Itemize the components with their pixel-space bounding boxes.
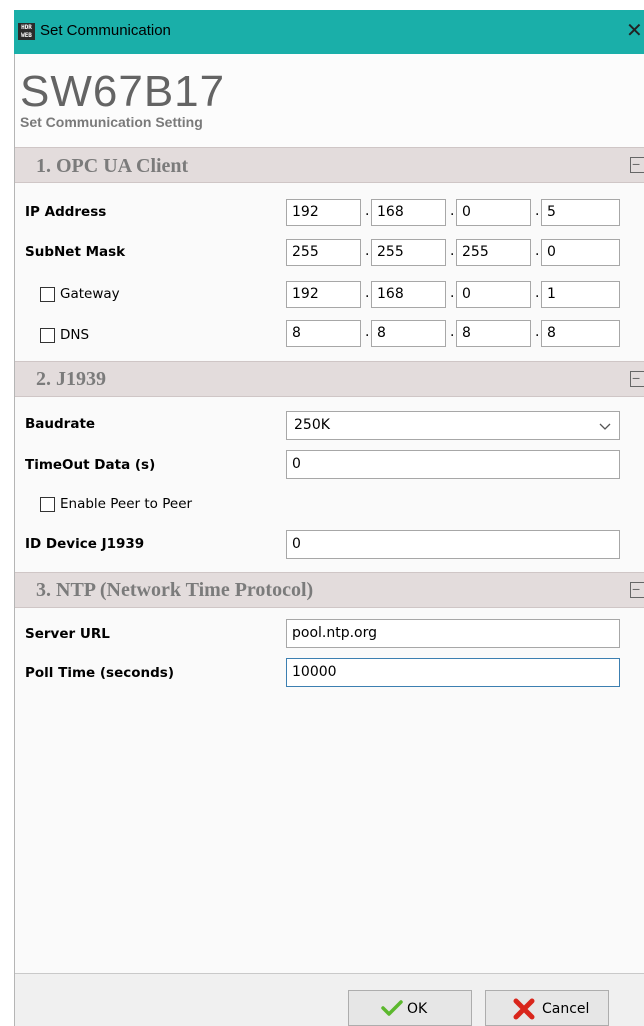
subnet-octet-1[interactable]: 255 (286, 239, 361, 266)
ip-address-label: IP Address (25, 204, 107, 220)
page-subtitle: Set Communication Setting (20, 114, 203, 130)
subnet-octet-4[interactable]: 0 (541, 239, 620, 266)
device-id-input[interactable]: 0 (286, 530, 620, 559)
timeout-input[interactable]: 0 (286, 450, 620, 479)
baudrate-label: Baudrate (25, 416, 96, 432)
page-title: SW67B17 (20, 67, 226, 116)
close-icon[interactable]: ✕ (626, 19, 643, 43)
gateway-octet-4[interactable]: 1 (541, 281, 620, 308)
gateway-octet-3[interactable]: 0 (456, 281, 531, 308)
dns-octet-1[interactable]: 8 (286, 320, 361, 347)
gateway-checkbox[interactable] (40, 287, 55, 302)
dns-label: DNS (60, 327, 90, 343)
cancel-button[interactable]: Cancel (485, 990, 609, 1026)
ip-address-octet-3[interactable]: 0 (456, 199, 531, 226)
peer-to-peer-label: Enable Peer to Peer (60, 496, 193, 512)
gateway-label: Gateway (60, 286, 120, 302)
section-title-j1939: 2. J1939 (36, 368, 106, 390)
subnet-octet-2[interactable]: 255 (371, 239, 446, 266)
window-title: Set Communication (40, 22, 171, 39)
ok-button[interactable]: OK (348, 990, 472, 1026)
baudrate-value: 250K (294, 417, 330, 433)
cancel-button-label: Cancel (542, 1001, 590, 1017)
collapse-icon[interactable]: − (630, 582, 644, 598)
x-mark-icon (512, 997, 536, 1025)
ip-address-octet-4[interactable]: 5 (541, 199, 620, 226)
section-header-j1939[interactable] (15, 361, 644, 397)
dns-octet-4[interactable]: 8 (541, 320, 620, 347)
ip-address-octet-1[interactable]: 192 (286, 199, 361, 226)
section-title-opc: 1. OPC UA Client (36, 155, 189, 177)
timeout-label: TimeOut Data (s) (25, 457, 156, 473)
server-url-label: Server URL (25, 626, 110, 642)
gateway-octet-2[interactable]: 168 (371, 281, 446, 308)
device-id-label: ID Device J1939 (25, 536, 145, 552)
baudrate-select[interactable]: 250K (286, 411, 620, 440)
server-url-input[interactable]: pool.ntp.org (286, 619, 620, 648)
peer-to-peer-checkbox[interactable] (40, 497, 55, 512)
collapse-icon[interactable]: − (630, 371, 644, 387)
app-logo-icon: HDR WEB (18, 23, 35, 40)
ip-address-octet-2[interactable]: 168 (371, 199, 446, 226)
dns-octet-2[interactable]: 8 (371, 320, 446, 347)
ok-button-label: OK (407, 1001, 428, 1017)
section-title-ntp: 3. NTP (Network Time Protocol) (36, 579, 314, 601)
dns-octet-3[interactable]: 8 (456, 320, 531, 347)
poll-time-input[interactable]: 10000 (286, 658, 620, 687)
subnet-mask-label: SubNet Mask (25, 244, 126, 260)
poll-time-label: Poll Time (seconds) (25, 665, 175, 681)
collapse-icon[interactable]: − (630, 157, 644, 173)
checkmark-icon (381, 999, 403, 1021)
chevron-down-icon (599, 412, 611, 449)
gateway-octet-1[interactable]: 192 (286, 281, 361, 308)
subnet-octet-3[interactable]: 255 (456, 239, 531, 266)
dns-checkbox[interactable] (40, 328, 55, 343)
